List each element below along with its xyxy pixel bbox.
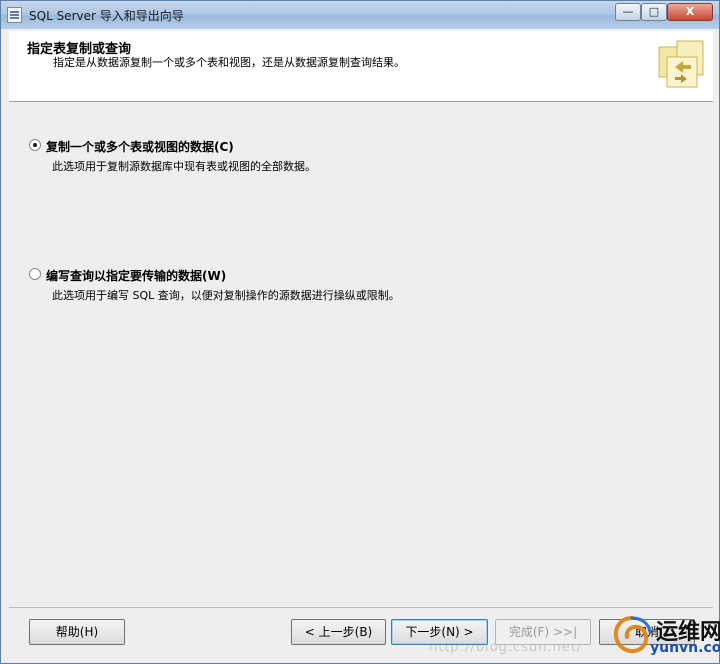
write-query-label[interactable]: 编写查询以指定要传输的数据(W) xyxy=(46,267,226,284)
write-query-description: 此选项用于编写 SQL 查询，以便对复制操作的源数据进行操纵或限制。 xyxy=(52,289,400,302)
options-panel: 复制一个或多个表或视图的数据(C) 此选项用于复制源数据库中现有表或视图的全部数… xyxy=(9,102,713,607)
minimize-button[interactable]: — xyxy=(615,3,641,21)
logo-english-text: yunvn.com xyxy=(650,640,720,656)
back-button[interactable]: < 上一步(B) xyxy=(291,619,386,645)
help-button[interactable]: 帮助(H) xyxy=(29,619,125,645)
site-logo: 运维网 yunvn.com xyxy=(606,608,720,662)
copy-tables-radio[interactable] xyxy=(29,139,41,151)
close-button[interactable]: X xyxy=(667,3,713,21)
finish-button: 完成(F) >>| xyxy=(495,619,591,645)
maximize-button[interactable]: □ xyxy=(641,3,667,21)
app-document-icon xyxy=(7,7,22,23)
write-query-radio[interactable] xyxy=(29,268,41,280)
next-button[interactable]: 下一步(N) > xyxy=(391,619,488,645)
title-bar[interactable]: SQL Server 导入和导出向导 — □ X xyxy=(1,1,719,29)
wizard-window: SQL Server 导入和导出向导 — □ X 指定表复制或查询 指定是从数据… xyxy=(0,0,720,664)
logo-swirl-icon xyxy=(613,616,652,654)
wizard-table-icon xyxy=(658,40,704,88)
copy-tables-description: 此选项用于复制源数据库中现有表或视图的全部数据。 xyxy=(52,160,316,173)
window-title: SQL Server 导入和导出向导 xyxy=(29,9,184,23)
wizard-header: 指定表复制或查询 指定是从数据源复制一个或多个表和视图，还是从数据源复制查询结果… xyxy=(9,31,713,102)
page-subtitle: 指定是从数据源复制一个或多个表和视图，还是从数据源复制查询结果。 xyxy=(53,56,405,69)
copy-tables-label[interactable]: 复制一个或多个表或视图的数据(C) xyxy=(46,138,234,155)
